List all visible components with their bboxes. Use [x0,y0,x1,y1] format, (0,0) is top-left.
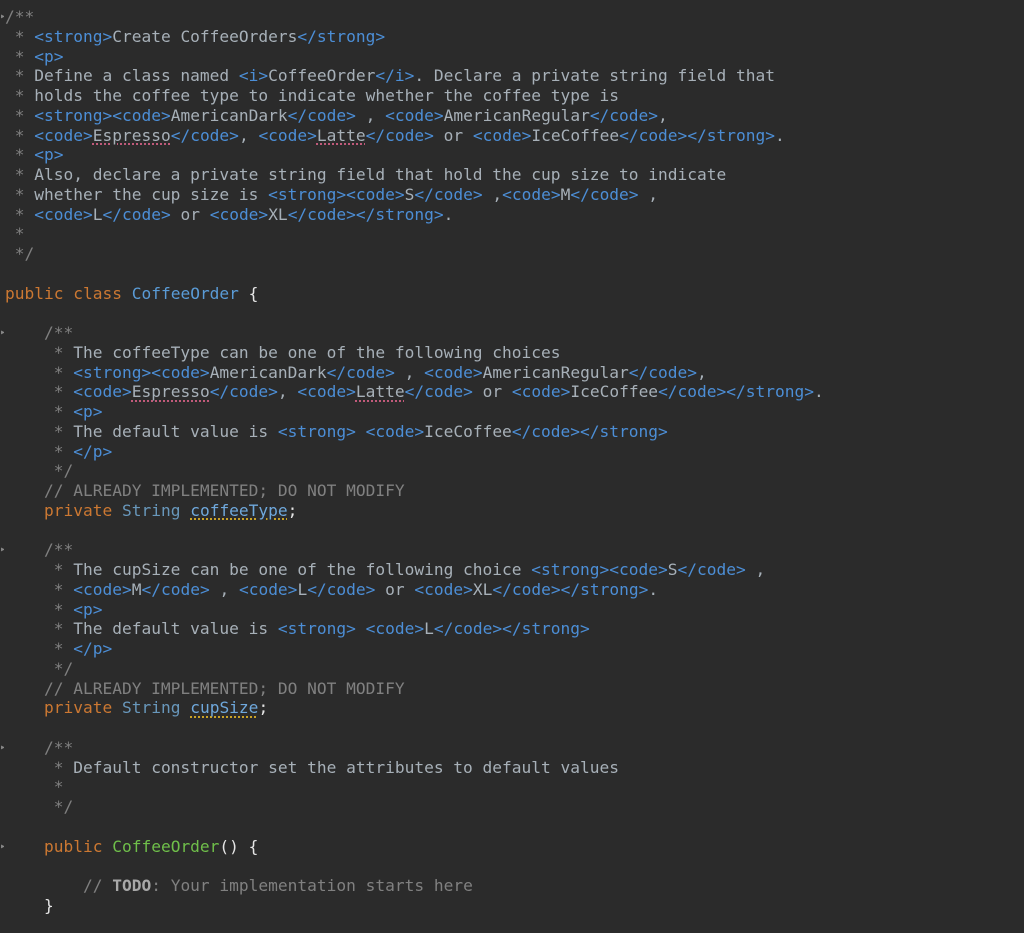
code-line[interactable]: * <code>M</code> , <code>L</code> or <co… [5,580,658,600]
code-line[interactable]: * <p> [5,402,103,422]
code-line[interactable]: */ [5,461,74,481]
code-line[interactable]: // ALREADY IMPLEMENTED; DO NOT MODIFY [5,481,405,501]
code-line[interactable]: * </p> [5,442,112,462]
code-line[interactable]: public CoffeeOrder() { [5,837,258,857]
code-line[interactable]: // TODO: Your implementation starts here [5,876,473,896]
code-line[interactable]: * holds the coffee type to indicate whet… [5,86,619,106]
code-line[interactable]: */ [5,659,74,679]
code-line[interactable]: * <code>L</code> or <code>XL</code></str… [5,205,454,225]
code-line[interactable]: * Define a class named <i>CoffeeOrder</i… [5,66,775,86]
code-line[interactable]: * The coffeeType can be one of the follo… [5,343,561,363]
code-line[interactable]: * <strong><code>AmericanDark</code> , <c… [5,106,668,126]
fold-marker-icon[interactable]: ▸ [0,7,4,27]
code-line[interactable]: * <p> [5,145,64,165]
fold-marker-icon[interactable]: ▸ [0,540,4,560]
code-line[interactable]: */ [5,797,74,817]
code-line[interactable]: * The cupSize can be one of the followin… [5,560,765,580]
code-line[interactable]: * [5,777,64,797]
code-line[interactable]: /** [5,323,73,343]
code-line[interactable]: public class CoffeeOrder { [5,284,258,304]
code-line[interactable]: * Also, declare a private string field t… [5,165,726,185]
fold-marker-icon[interactable]: ▸ [0,738,4,758]
code-line[interactable]: // ALREADY IMPLEMENTED; DO NOT MODIFY [5,679,405,699]
fold-marker-icon[interactable]: ▸ [0,837,4,857]
code-line[interactable]: /** [5,738,73,758]
code-line[interactable]: * The default value is <strong> <code>L<… [5,619,590,639]
code-line[interactable]: * <p> [5,600,103,620]
code-editor[interactable]: /** * <strong>Create CoffeeOrders</stron… [0,6,1024,933]
code-line[interactable]: * [5,224,25,244]
code-line[interactable]: * </p> [5,639,112,659]
code-line[interactable]: * <p> [5,47,64,67]
code-line[interactable]: /** [5,7,34,27]
code-line[interactable]: * The default value is <strong> <code>Ic… [5,422,668,442]
code-line[interactable]: * whether the cup size is <strong><code>… [5,185,658,205]
fold-marker-icon[interactable]: ▸ [0,323,4,343]
code-line[interactable]: private String coffeeType; [5,501,297,521]
code-line[interactable]: * Default constructor set the attributes… [5,758,619,778]
code-line[interactable]: * <strong>Create CoffeeOrders</strong> [5,27,385,47]
code-line[interactable]: * <code>Espresso</code>, <code>Latte</co… [5,382,824,402]
code-line[interactable]: /** [5,540,73,560]
code-line[interactable]: private String cupSize; [5,698,268,718]
code-line[interactable]: } [5,896,54,916]
code-line[interactable]: */ [5,244,35,264]
code-line[interactable]: * <code>Espresso</code>, <code>Latte</co… [5,126,785,146]
code-line[interactable]: * <strong><code>AmericanDark</code> , <c… [5,363,707,383]
